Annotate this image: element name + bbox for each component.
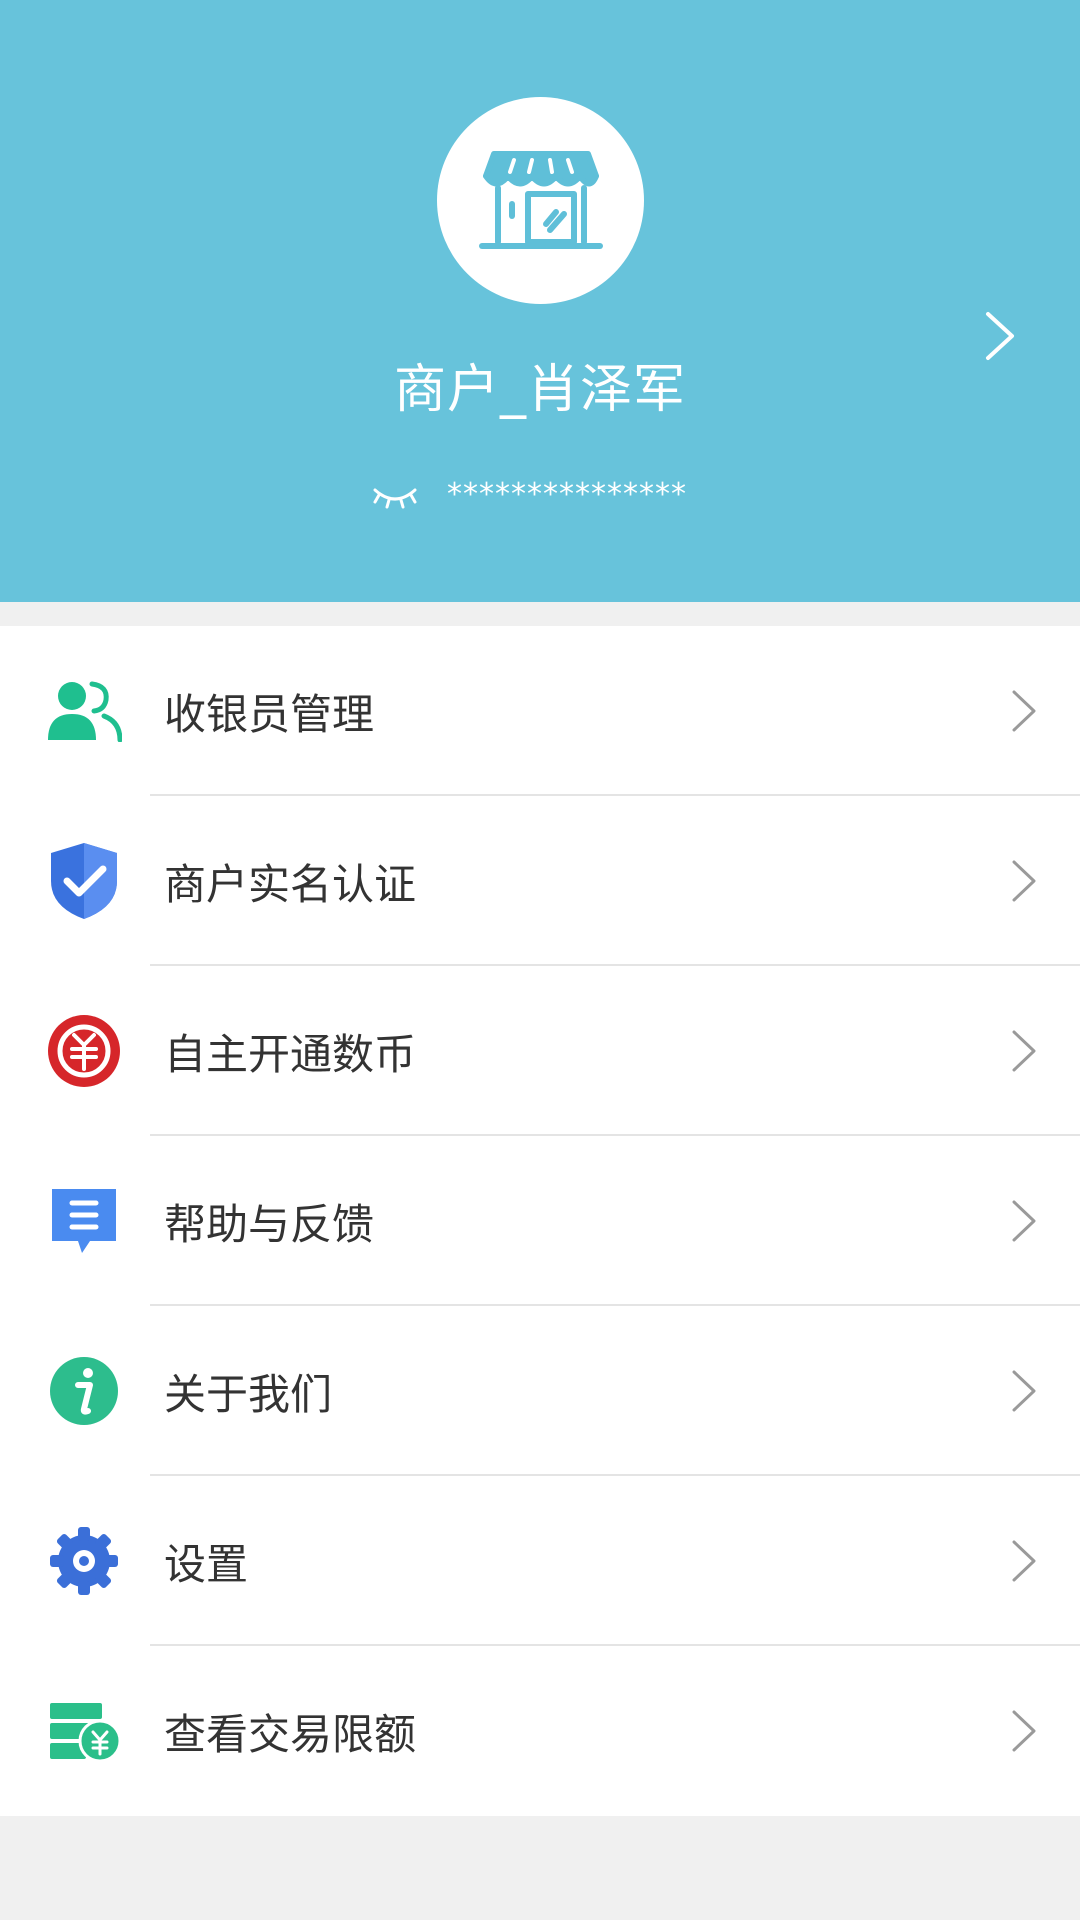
menu-item-label: 商户实名认证	[164, 859, 417, 909]
chevron-right-icon	[1012, 1200, 1036, 1242]
eye-closed-icon[interactable]	[373, 480, 417, 510]
menu-item-settings[interactable]: 设置	[0, 1476, 1080, 1646]
store-icon	[478, 150, 603, 249]
feedback-icon	[52, 1189, 116, 1253]
menu-item-transaction-limit[interactable]: 查看交易限额	[0, 1646, 1080, 1816]
menu-item-cashier-management[interactable]: 收银员管理	[0, 626, 1080, 796]
menu-item-real-name-verification[interactable]: 商户实名认证	[0, 796, 1080, 966]
menu-item-open-digital-currency[interactable]: 自主开通数币	[0, 966, 1080, 1136]
menu-item-label: 查看交易限额	[164, 1709, 417, 1759]
account-row: ***************	[0, 470, 1080, 520]
merchant-name: 商户_肖泽军	[393, 360, 686, 420]
menu-list: 收银员管理 商户实名认证 自主开通数币 帮助与反馈 关于我们 设置 查看交易限额	[0, 626, 1080, 1816]
menu-item-label: 关于我们	[164, 1369, 333, 1419]
menu-item-label: 帮助与反馈	[164, 1199, 375, 1249]
menu-item-label: 设置	[164, 1539, 249, 1589]
chevron-right-icon	[1012, 1370, 1036, 1412]
chevron-right-icon	[1012, 860, 1036, 902]
cashier-users-icon	[48, 681, 122, 742]
chevron-right-icon	[1012, 690, 1036, 732]
shield-check-icon	[51, 843, 117, 919]
gear-icon	[50, 1527, 118, 1595]
store-avatar	[437, 97, 644, 304]
transaction-limit-icon	[50, 1703, 122, 1763]
section-spacer	[0, 602, 1080, 626]
menu-item-label: 收银员管理	[164, 689, 375, 739]
info-icon	[50, 1357, 118, 1425]
menu-item-help-feedback[interactable]: 帮助与反馈	[0, 1136, 1080, 1306]
menu-item-label: 自主开通数币	[164, 1029, 417, 1079]
chevron-right-icon	[1012, 1540, 1036, 1582]
chevron-right-icon	[1012, 1030, 1036, 1072]
chevron-right-icon	[1012, 1710, 1036, 1752]
digital-yuan-icon	[48, 1015, 120, 1087]
masked-account-number: ***************	[447, 477, 687, 512]
profile-header[interactable]: 商户_肖泽军 ***************	[0, 0, 1080, 602]
menu-item-about-us[interactable]: 关于我们	[0, 1306, 1080, 1476]
